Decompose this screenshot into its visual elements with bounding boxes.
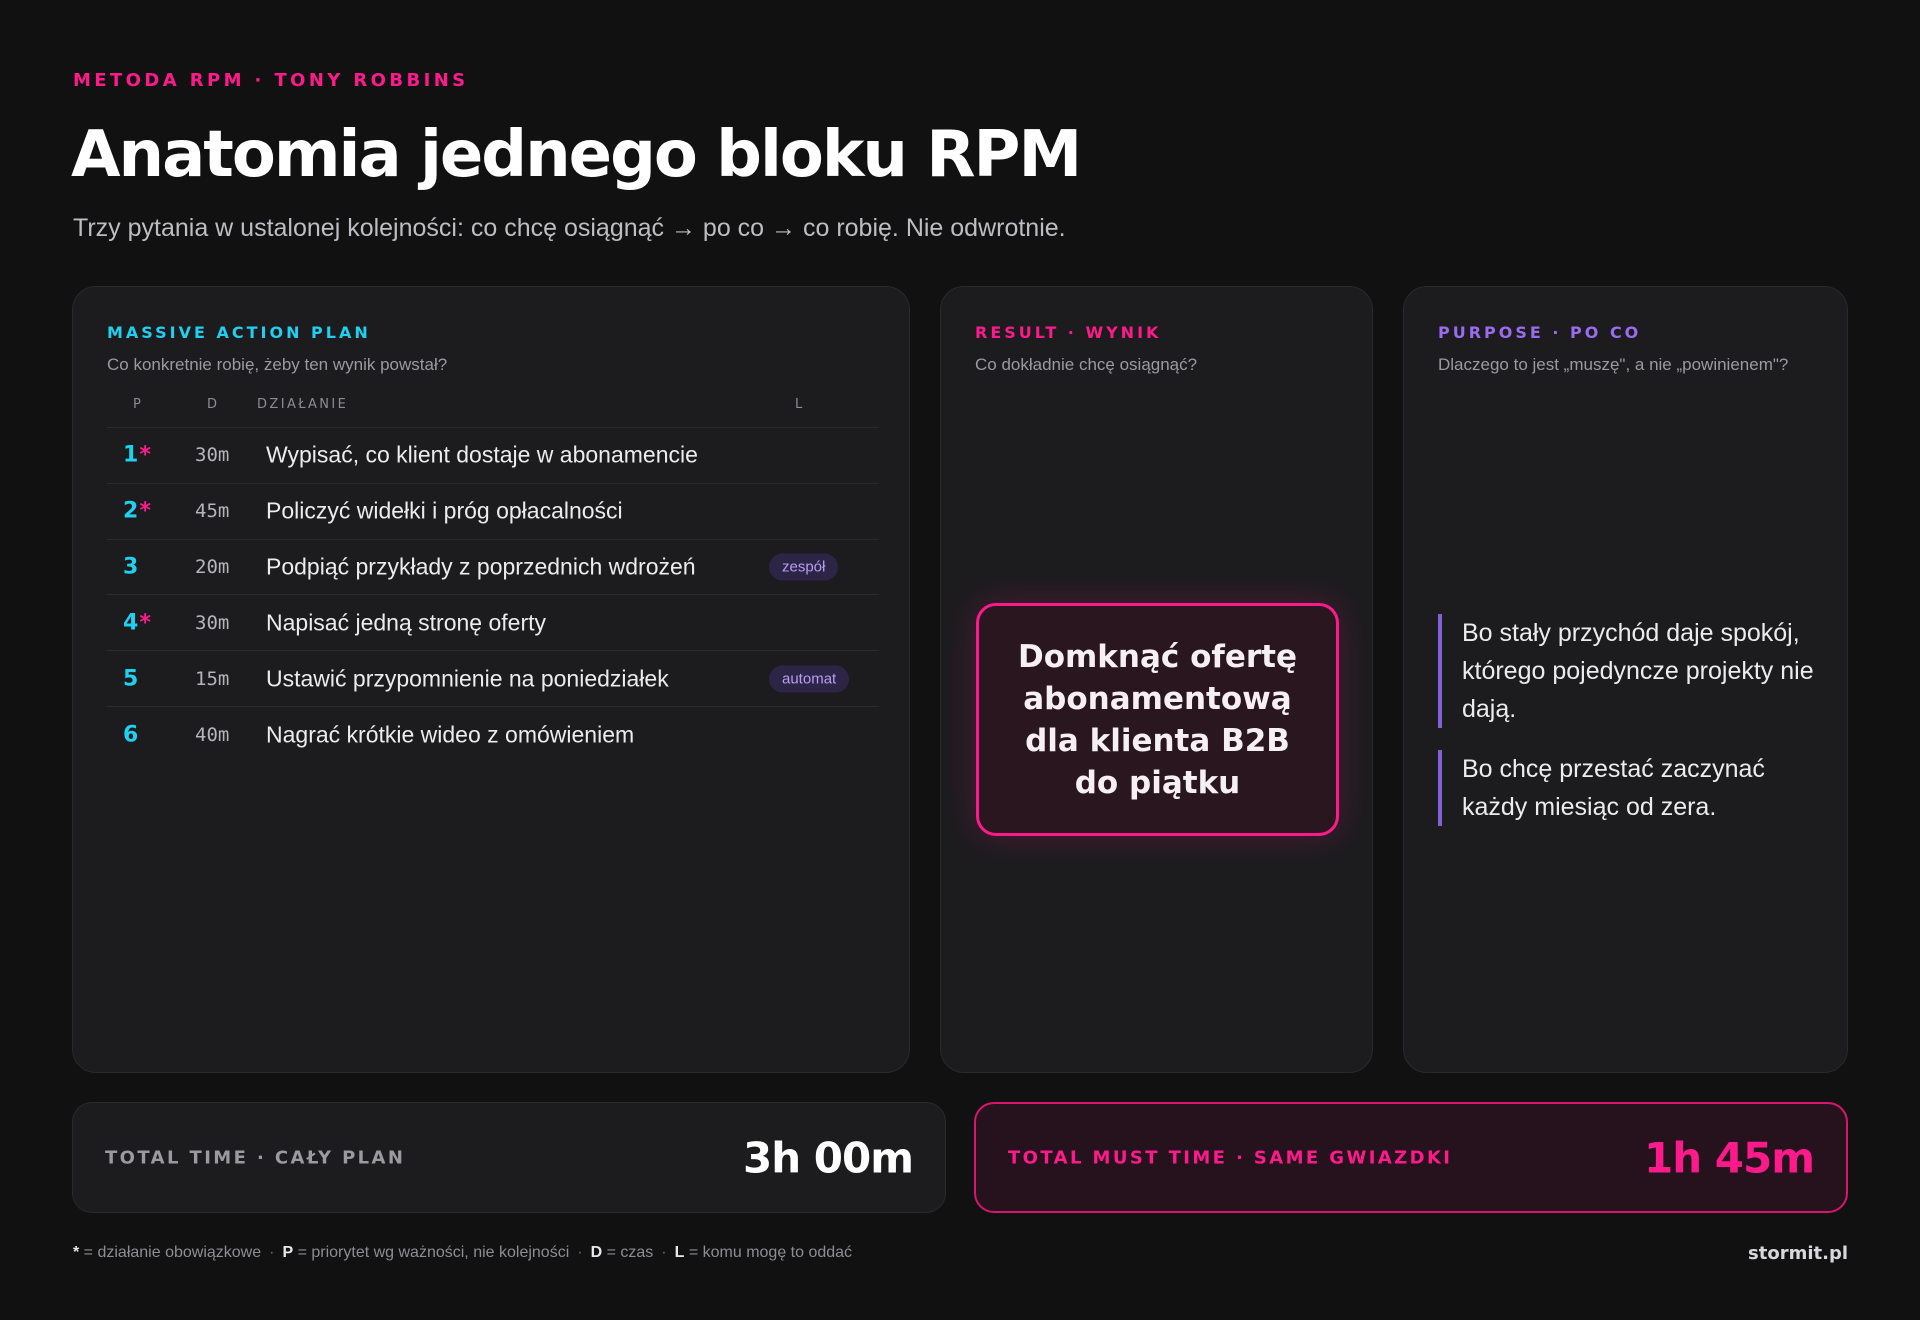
priority-cell: 5 [123,666,139,692]
legend-separator: · [661,1244,667,1261]
table-row: 2* 45m Policzyć widełki i próg opłacalno… [107,484,879,540]
legend-text: = komu mogę to oddać [684,1244,853,1261]
action-cell: Napisać jedną stronę oferty [266,609,546,636]
purpose-reason: Bo chcę przestać zaczynać każdy miesiąc … [1438,750,1818,826]
legend-text: = priorytet wg ważności, nie kolejności [293,1244,570,1261]
card-hint: Co dokładnie chcę osiągnąć? [975,355,1198,374]
card-label: PURPOSE · PO CO [1438,323,1642,342]
duration-cell: 15m [195,667,230,690]
table-row: 6 40m Nagrać krótkie wideo z omówieniem [107,707,879,763]
legend-key: D [590,1244,603,1261]
table-row: 1* 30m Wypisać, co klient dostaje w abon… [107,428,879,484]
result-card: RESULT · WYNIK Co dokładnie chcę osiągną… [940,286,1373,1073]
leverage-badge: zespół [769,553,839,581]
total-time-label: TOTAL TIME · CAŁY PLAN [105,1147,406,1168]
total-time-panel: TOTAL TIME · CAŁY PLAN 3h 00m [72,1102,946,1213]
purpose-card: PURPOSE · PO CO Dlaczego to jest „muszę"… [1403,286,1848,1073]
brand-link[interactable]: stormit.pl [1748,1243,1848,1264]
column-header-action: DZIAŁANIE [257,397,349,412]
must-star: * [139,498,151,524]
massive-action-plan-card: MASSIVE ACTION PLAN Co konkretnie robię,… [72,286,910,1073]
priority-cell: 3 [123,554,139,580]
card-label: MASSIVE ACTION PLAN [107,323,371,342]
column-header-leverage: L [795,397,805,412]
total-must-time-panel: TOTAL MUST TIME · SAME GWIAZDKI 1h 45m [974,1102,1848,1213]
duration-cell: 20m [195,555,230,578]
card-label: RESULT · WYNIK [975,323,1162,342]
purpose-reason: Bo stały przychód daje spokój, którego p… [1438,614,1818,728]
action-cell: Policzyć widełki i próg opłacalności [266,497,623,524]
legend-text: = działanie obowiązkowe [79,1244,262,1261]
card-hint: Co konkretnie robię, żeby ten wynik pows… [107,355,448,374]
table-row: 5 15m Ustawić przypomnienie na poniedzia… [107,651,879,707]
priority-cell: 6 [123,722,139,748]
total-time-value: 3h 00m [743,1133,914,1182]
legend-separator: · [269,1244,275,1261]
action-cell: Wypisać, co klient dostaje w abonamencie [266,441,698,468]
must-star: * [139,610,151,636]
card-hint: Dlaczego to jest „muszę", a nie „powinie… [1438,355,1789,374]
duration-cell: 30m [195,444,230,467]
legend-key: L [674,1244,685,1261]
total-must-time-value: 1h 45m [1644,1133,1815,1182]
column-header-duration: D [207,397,220,412]
eyebrow: METODA RPM · TONY ROBBINS [73,70,469,91]
duration-cell: 45m [195,500,230,523]
plan-table-header: P D DZIAŁANIE L [107,397,879,427]
table-row: 3 20m Podpiąć przykłady z poprzednich wd… [107,540,879,596]
legend-separator: · [577,1244,583,1261]
plan-table-body: 1* 30m Wypisać, co klient dostaje w abon… [107,427,879,763]
leverage-badge: automat [769,665,850,693]
duration-cell: 40m [195,723,230,746]
column-header-priority: P [133,397,144,412]
priority-cell: 2* [123,498,151,524]
priority-cell: 4* [123,610,151,636]
result-statement: Domknąć ofertę abonamentową dla klienta … [976,603,1339,836]
priority-cell: 1* [123,442,151,468]
page-subtitle: Trzy pytania w ustalonej kolejności: co … [73,214,1066,242]
legend-footnote: * = działanie obowiązkowe · P = priorytet … [73,1244,852,1262]
duration-cell: 30m [195,611,230,634]
must-star: * [139,442,151,468]
purpose-reasons: Bo stały przychód daje spokój, którego p… [1438,614,1818,848]
action-cell: Ustawić przypomnienie na poniedziałek [266,665,669,692]
total-must-time-label: TOTAL MUST TIME · SAME GWIAZDKI [1008,1147,1453,1168]
action-cell: Nagrać krótkie wideo z omówieniem [266,721,635,748]
legend-key: P [282,1244,294,1261]
table-row: 4* 30m Napisać jedną stronę oferty [107,595,879,652]
action-cell: Podpiąć przykłady z poprzednich wdrożeń [266,553,696,580]
legend-text: = czas [602,1244,654,1261]
page-title: Anatomia jednego bloku RPM [71,118,1082,192]
